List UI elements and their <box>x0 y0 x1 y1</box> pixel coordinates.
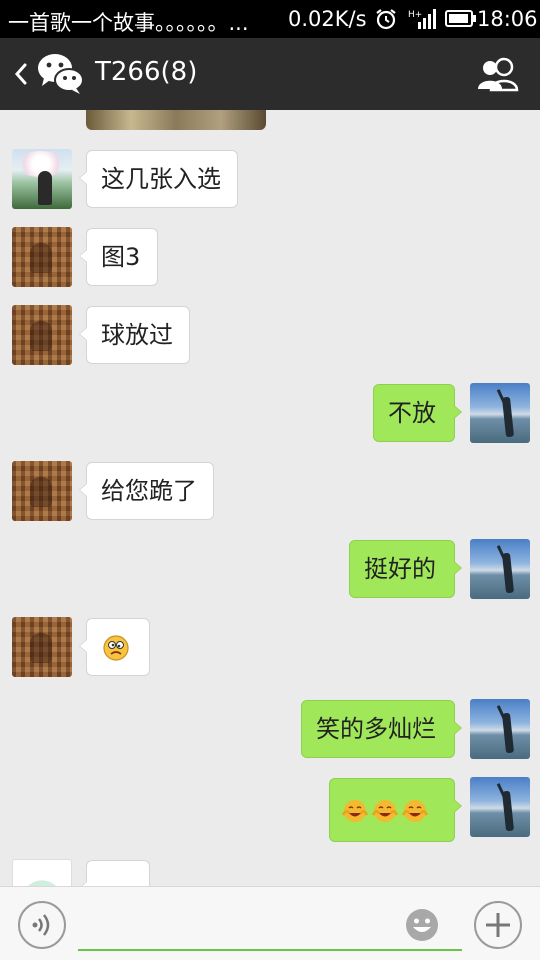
more-options-button[interactable] <box>474 901 522 949</box>
avatar[interactable] <box>12 461 72 521</box>
laughing-face-emoji <box>371 800 399 822</box>
battery-icon <box>445 10 476 27</box>
svg-text:H+: H+ <box>408 10 422 20</box>
avatar-self[interactable] <box>470 539 530 599</box>
voice-icon <box>32 914 50 936</box>
message-bubble-received[interactable]: 给您跪了 <box>79 462 214 520</box>
avatar[interactable] <box>12 227 72 287</box>
input-bar <box>0 886 540 960</box>
clock: 18:06 <box>477 7 538 31</box>
message-bubble-sent[interactable]: 不放 <box>373 384 462 442</box>
emoji-smiley-icon[interactable] <box>404 907 440 943</box>
message-bubble-received[interactable] <box>79 860 150 886</box>
message-bubble-received[interactable] <box>79 618 150 676</box>
message-bubble-received[interactable]: 这几张入选 <box>79 150 238 208</box>
laughing-face-emoji <box>341 800 369 822</box>
avatar-self[interactable] <box>470 777 530 837</box>
message-bubble-sent[interactable]: 挺好的 <box>349 540 462 598</box>
avatar[interactable] <box>12 859 72 886</box>
avatar-self[interactable] <box>470 699 530 759</box>
chat-header: T266(8) <box>0 38 540 110</box>
notification-ticker: 一首歌一个故事。。。。。。... <box>8 11 249 35</box>
status-bar: 一首歌一个故事。。。。。。... 0.02K/s H+ 18:06 <box>0 0 540 38</box>
avatar[interactable] <box>12 617 72 677</box>
chat-title: T266(8) <box>95 57 198 87</box>
alarm-icon <box>376 9 396 30</box>
avatar[interactable] <box>12 149 72 209</box>
laughing-face-emoji <box>401 800 429 822</box>
confused-face-emoji <box>103 635 129 661</box>
network-speed: 0.02K/s <box>288 7 367 31</box>
wechat-logo-icon <box>38 54 84 94</box>
message-bubble-received[interactable]: 球放过 <box>79 306 190 364</box>
message-bubble-sent[interactable] <box>329 778 462 842</box>
avatar[interactable] <box>12 305 72 365</box>
signal-icon: H+ <box>408 9 436 29</box>
avatar-self[interactable] <box>470 383 530 443</box>
image-message-partial[interactable] <box>86 110 266 130</box>
back-icon[interactable] <box>8 56 34 92</box>
message-bubble-received[interactable]: 图3 <box>79 228 158 286</box>
message-list[interactable]: 这几张入选 图3 球放过 不放 给您跪了 挺好的 笑的多灿烂 <box>0 110 540 886</box>
message-bubble-sent[interactable]: 笑的多灿烂 <box>301 700 462 758</box>
plus-icon <box>486 913 510 937</box>
voice-input-button[interactable] <box>18 901 66 949</box>
group-members-icon[interactable] <box>474 56 522 92</box>
